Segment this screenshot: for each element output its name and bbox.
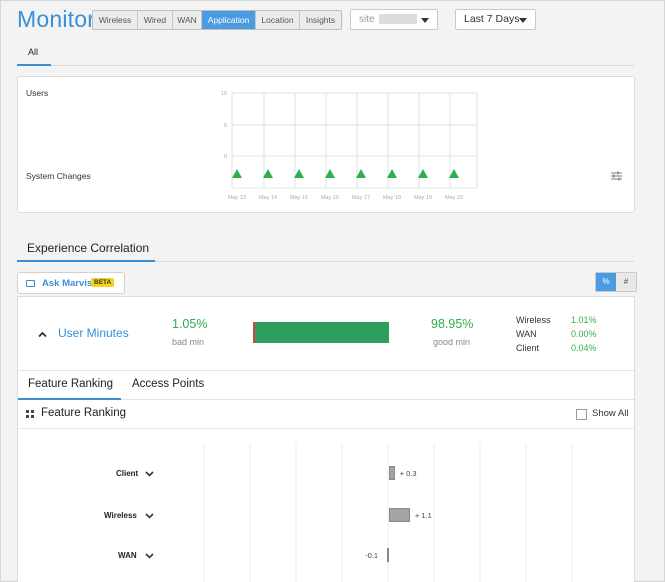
breakdown-row: Client 0.04% [516,341,597,355]
divider [18,370,634,371]
timeline-chart-card [17,76,635,213]
tab-feature-ranking-underline [18,398,121,400]
breakdown-name: WAN [516,329,537,339]
chevron-down-icon[interactable] [145,513,154,519]
breakdown-value: 0.04% [571,343,597,353]
beta-badge: BETA [91,278,115,287]
segment-wan[interactable]: WAN [173,11,202,29]
breakdown-row: Wireless 1.01% [516,313,597,327]
divider [17,65,634,66]
bad-minutes-percent: 1.05% [172,317,208,331]
chevron-down-icon[interactable] [145,471,154,477]
caret-down-icon [421,18,429,23]
chart-settings-sliders-icon[interactable] [611,171,622,181]
system-changes-row-label: System Changes [26,171,91,181]
redacted-site-name [378,14,417,25]
ranking-bar [387,548,390,562]
date-range-dropdown[interactable]: Last 7 Days [455,9,536,30]
segment-application[interactable]: Application [202,11,256,29]
ask-marvis-button[interactable]: Ask Marvis BETA [17,272,125,294]
breakdown-name: Client [516,343,540,353]
site-dropdown[interactable]: site [350,9,438,30]
bad-minutes-label: bad min [172,337,205,347]
sle-good-bar [253,322,389,343]
ranking-value: + 1.1 [414,511,432,520]
marvis-chat-icon [26,280,35,287]
show-all-label: Show All [592,408,629,419]
experience-correlation-tab[interactable]: Experience Correlation [27,241,149,255]
ranking-value: -0.1 [365,551,379,560]
tab-all[interactable]: All [28,47,38,57]
caret-down-icon [519,18,527,23]
experience-correlation-underline [17,260,155,262]
chevron-down-icon[interactable] [145,553,154,559]
ranking-feature-wan[interactable]: WAN [118,551,137,560]
breakdown-name: Wireless [516,315,551,325]
toggle-percent[interactable]: % [596,273,616,291]
monitor-type-segmented-control: Wireless Wired WAN Application Location … [92,10,342,30]
breakdown-value: 0.00% [571,329,597,339]
site-dropdown-label: site [359,14,375,25]
sle-metric-name[interactable]: User Minutes [58,326,129,340]
segment-wired[interactable]: Wired [138,11,173,29]
ranking-feature-wireless[interactable]: Wireless [104,511,137,520]
tab-all-underline [17,64,51,66]
good-minutes-percent: 98.95% [431,317,474,331]
classifier-breakdown: Wireless 1.01% WAN 0.00% Client 0.04% [516,313,597,355]
ranking-value: + 0.3 [399,469,417,478]
page-title: Monitor [17,6,96,32]
chevron-up-icon[interactable] [38,330,47,339]
ranking-bar [389,466,395,480]
unit-toggle: % # [595,272,637,292]
date-range-label: Last 7 Days [464,13,520,25]
sle-bad-bar [253,322,255,343]
expand-icon[interactable] [26,410,34,418]
ranking-feature-client[interactable]: Client [116,469,138,478]
feature-ranking-title: Feature Ranking [41,407,127,419]
ask-marvis-label: Ask Marvis [42,278,93,289]
segment-wireless[interactable]: Wireless [93,11,138,29]
good-minutes-label: good min [433,337,471,347]
segment-insights[interactable]: Insights [300,11,341,29]
breakdown-value: 1.01% [571,315,597,325]
tab-access-points[interactable]: Access Points [132,378,204,390]
show-all-checkbox[interactable] [576,409,587,420]
ranking-bar [389,508,410,522]
toggle-count[interactable]: # [616,273,636,291]
breakdown-row: WAN 0.00% [516,327,597,341]
divider [18,428,634,429]
users-row-label: Users [26,88,49,98]
tab-feature-ranking[interactable]: Feature Ranking [28,378,113,390]
segment-location[interactable]: Location [256,11,300,29]
